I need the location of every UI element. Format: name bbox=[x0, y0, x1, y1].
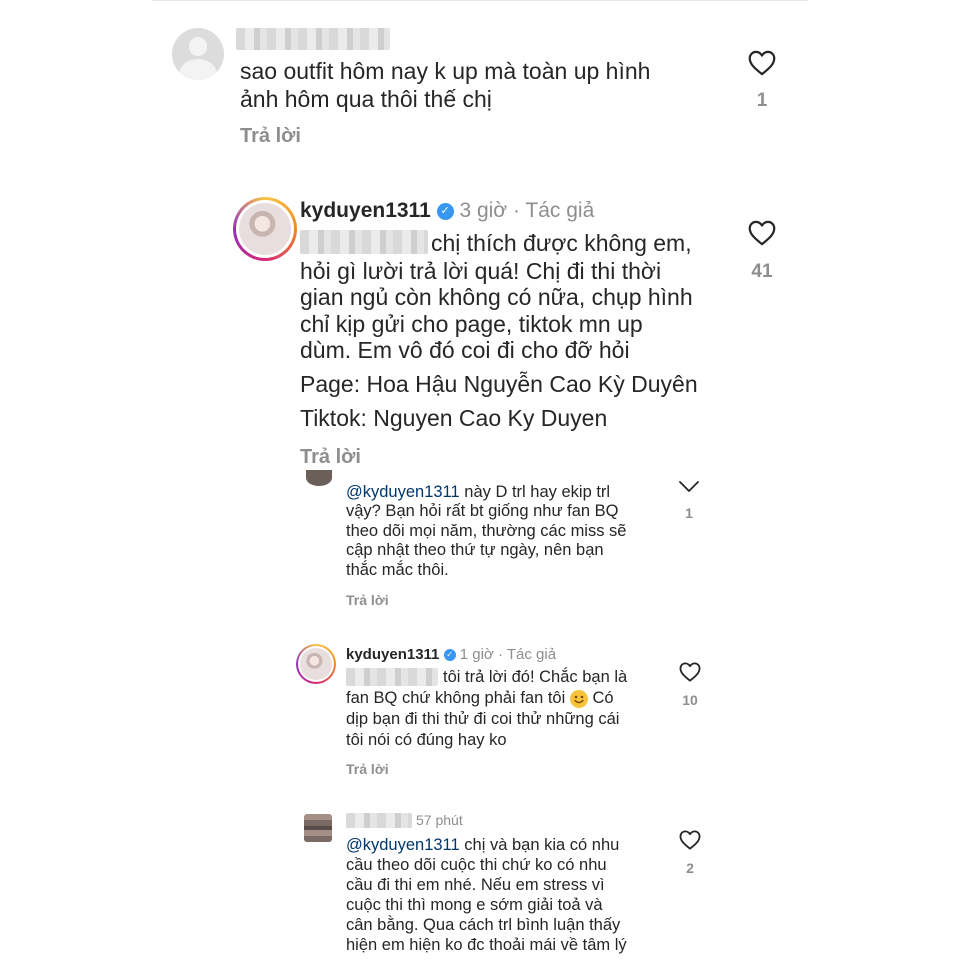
comment-header: kyduyen1311 ✓ 3 giờ · Tác giả bbox=[300, 197, 594, 224]
like-count: 41 bbox=[751, 261, 773, 282]
heart-icon[interactable] bbox=[748, 220, 776, 246]
timestamp: 57 phút bbox=[416, 812, 463, 828]
verified-badge-icon: ✓ bbox=[443, 649, 456, 662]
comment-text-line: dịp bạn đi thi thử đi coi thử những cái bbox=[346, 710, 620, 728]
separator: · bbox=[512, 199, 520, 222]
comment-first-line: @kyduyen1311 này D trl hay ekip trl bbox=[346, 483, 610, 502]
comment-text-line: gian ngủ còn không có nữa, chụp hình bbox=[300, 284, 693, 310]
comment-text-line: hỏi gì lười trả lời quá! Chị đi thi thời bbox=[300, 258, 662, 284]
comment-text-line: cuộc thi thì mong e sớm giải toả và bbox=[346, 896, 603, 914]
comment-text-line: Tiktok: Nguyen Cao Ky Duyen bbox=[300, 405, 608, 431]
chevron-down-icon[interactable] bbox=[678, 480, 700, 494]
mention-link[interactable]: @kyduyen1311 bbox=[346, 836, 460, 854]
verified-badge-icon: ✓ bbox=[436, 202, 454, 220]
smiling-face-emoji-icon bbox=[569, 689, 588, 708]
comment-text-line: thắc mắc thôi. bbox=[346, 561, 449, 579]
comment-text-line: tôi trả lời đó! Chắc bạn là bbox=[443, 668, 628, 686]
default-avatar-icon[interactable] bbox=[172, 28, 224, 80]
redacted-username bbox=[236, 28, 390, 50]
heart-icon[interactable] bbox=[679, 830, 701, 850]
comment-text-line: ảnh hôm qua thôi thế chị bbox=[240, 86, 492, 112]
redacted-username bbox=[346, 813, 412, 828]
avatar[interactable] bbox=[304, 814, 332, 842]
reply-button[interactable]: Trả lời bbox=[300, 444, 361, 471]
comment-text: này D trl hay ekip trl bbox=[464, 483, 611, 501]
comment-header: kyduyen1311 ✓ 1 giờ · Tác giả bbox=[346, 645, 556, 664]
comment-text-line: cập nhật theo thứ tự ngày, nên bạn bbox=[346, 541, 604, 559]
author-tag: Tác giả bbox=[525, 199, 595, 222]
comment-text-line: dùm. Em vô đó coi đi cho đỡ hỏi bbox=[300, 337, 630, 363]
avatar[interactable] bbox=[306, 470, 332, 486]
comment-text: Có bbox=[592, 689, 614, 707]
username[interactable]: kyduyen1311 bbox=[346, 646, 439, 663]
comment-text-line: cầu theo dõi cuộc thi chứ ko có nhu bbox=[346, 856, 607, 874]
like-count: 2 bbox=[686, 860, 694, 876]
mention-link[interactable]: @kyduyen1311 bbox=[346, 483, 460, 501]
comment-text-line: cân bằng. Qua cách trl bình luận thấy bbox=[346, 916, 621, 934]
separator: · bbox=[497, 646, 503, 663]
author-tag: Tác giả bbox=[506, 646, 557, 663]
reply-button[interactable]: Trả lời bbox=[346, 591, 389, 610]
comment-first-line: @kyduyen1311 chị và bạn kia có nhu bbox=[346, 836, 619, 855]
top-divider bbox=[152, 0, 808, 1]
comment-text-line: hiện em hiện ko đc thoải mái về tâm lý bbox=[346, 936, 627, 954]
like-count: 1 bbox=[685, 505, 693, 521]
timestamp: 1 giờ bbox=[459, 646, 494, 663]
like-count: 10 bbox=[682, 692, 698, 708]
heart-icon[interactable] bbox=[748, 50, 776, 76]
heart-icon[interactable] bbox=[679, 662, 701, 682]
reply-button[interactable]: Trả lời bbox=[346, 760, 389, 779]
comment-text-line: chỉ kịp gửi cho page, tiktok mn up bbox=[300, 311, 643, 337]
comment-text-line: sao outfit hôm nay k up mà toàn up hình bbox=[240, 58, 651, 84]
comment-text-line: tôi nói có đúng hay ko bbox=[346, 731, 507, 749]
avatar[interactable] bbox=[300, 648, 332, 680]
comment-text: chị và bạn kia có nhu bbox=[464, 836, 620, 854]
comment-first-line: fan BQ chứ không phải fan tôi Có bbox=[346, 689, 614, 708]
redacted-mention bbox=[300, 230, 428, 254]
username[interactable]: kyduyen1311 bbox=[300, 199, 431, 222]
comment-text-line: Page: Hoa Hậu Nguyễn Cao Kỳ Duyên bbox=[300, 371, 698, 397]
comment-text-line: theo dõi mọi năm, thường các miss sẽ bbox=[346, 522, 627, 540]
timestamp: 3 giờ bbox=[459, 199, 508, 222]
reply-button[interactable]: Trả lời bbox=[240, 123, 301, 150]
avatar[interactable] bbox=[239, 203, 291, 255]
comment-text: fan BQ chứ không phải fan tôi bbox=[346, 689, 566, 707]
comment-text-line: vậy? Bạn hỏi rất bt giống như fan BQ bbox=[346, 502, 619, 520]
comment-text-line: cầu đi thi em nhé. Nếu em stress vì bbox=[346, 876, 605, 894]
like-count: 1 bbox=[756, 90, 768, 111]
redacted-mention bbox=[346, 668, 438, 686]
comment-text-line: chị thích được không em, bbox=[431, 230, 692, 256]
